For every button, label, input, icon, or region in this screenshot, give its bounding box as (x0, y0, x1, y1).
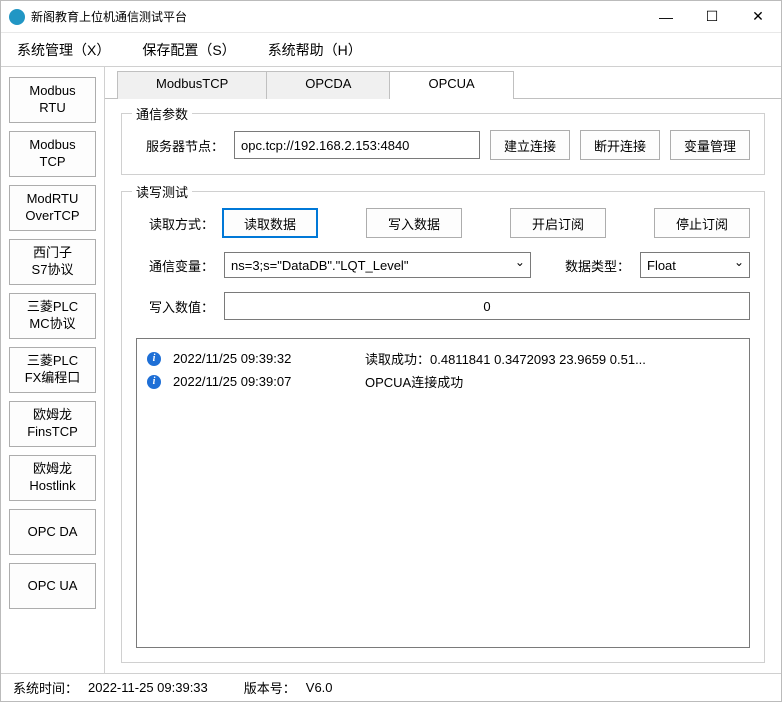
version-value: V6.0 (306, 680, 333, 695)
maximize-button[interactable]: ☐ (689, 1, 735, 33)
rw-test-title: 读写测试 (132, 182, 192, 201)
comm-params-title: 通信参数 (132, 104, 192, 123)
sidebar: Modbus RTU Modbus TCP ModRTU OverTCP 西门子… (1, 67, 105, 673)
tab-opcua[interactable]: OPCUA (389, 71, 513, 99)
connect-button[interactable]: 建立连接 (490, 130, 570, 160)
write-data-button[interactable]: 写入数据 (366, 208, 462, 238)
server-input[interactable] (234, 131, 480, 159)
version-label: 版本号： (244, 678, 296, 697)
log-message: OPCUA连接成功 (365, 372, 739, 391)
var-management-button[interactable]: 变量管理 (670, 130, 750, 160)
write-value-input[interactable] (224, 292, 750, 320)
unsubscribe-button[interactable]: 停止订阅 (654, 208, 750, 238)
server-label: 服务器节点： (136, 136, 224, 155)
menubar: 系统管理（X） 保存配置（S） 系统帮助（H） (1, 33, 781, 67)
sidebar-siemens-s7[interactable]: 西门子 S7协议 (9, 239, 96, 285)
datatype-select[interactable] (640, 252, 750, 278)
main-area: ModbusTCP OPCDA OPCUA 通信参数 服务器节点： 建立连接 断… (105, 67, 781, 673)
log-entry: i 2022/11/25 09:39:07 OPCUA连接成功 (147, 370, 739, 393)
titlebar: 新阁教育上位机通信测试平台 — ☐ ✕ (1, 1, 781, 33)
log-entry: i 2022/11/25 09:39:32 读取成功：0.4811841 0.3… (147, 347, 739, 370)
tab-content: 通信参数 服务器节点： 建立连接 断开连接 变量管理 读写测试 读取方式： (105, 99, 781, 673)
log-message: 读取成功：0.4811841 0.3472093 23.9659 0.51... (365, 349, 739, 368)
minimize-button[interactable]: — (643, 1, 689, 33)
statusbar: 系统时间： 2022-11-25 09:39:33 版本号： V6.0 (1, 673, 781, 701)
read-data-button[interactable]: 读取数据 (222, 208, 318, 238)
tab-strip: ModbusTCP OPCDA OPCUA (105, 71, 781, 99)
menu-system-help[interactable]: 系统帮助（H） (262, 36, 368, 64)
menu-system-manage[interactable]: 系统管理（X） (11, 36, 116, 64)
disconnect-button[interactable]: 断开连接 (580, 130, 660, 160)
sidebar-mitsubishi-fx[interactable]: 三菱PLC FX编程口 (9, 347, 96, 393)
comm-params-group: 通信参数 服务器节点： 建立连接 断开连接 变量管理 (121, 113, 765, 175)
systime-label: 系统时间： (13, 678, 78, 697)
sidebar-modbus-rtu[interactable]: Modbus RTU (9, 77, 96, 123)
comm-var-select[interactable] (224, 252, 531, 278)
sidebar-opc-da[interactable]: OPC DA (9, 509, 96, 555)
systime-value: 2022-11-25 09:39:33 (88, 680, 208, 695)
app-icon (9, 9, 25, 25)
comm-var-label: 通信变量： (136, 256, 214, 275)
datatype-label: 数据类型： (565, 256, 630, 275)
sidebar-omron-hostlink[interactable]: 欧姆龙 Hostlink (9, 455, 96, 501)
window-title: 新阁教育上位机通信测试平台 (31, 8, 643, 25)
menu-save-config[interactable]: 保存配置（S） (136, 36, 241, 64)
sidebar-modbus-tcp[interactable]: Modbus TCP (9, 131, 96, 177)
app-window: 新阁教育上位机通信测试平台 — ☐ ✕ 系统管理（X） 保存配置（S） 系统帮助… (0, 0, 782, 702)
body-area: Modbus RTU Modbus TCP ModRTU OverTCP 西门子… (1, 67, 781, 673)
close-button[interactable]: ✕ (735, 1, 781, 33)
read-mode-label: 读取方式： (136, 214, 214, 233)
sidebar-modrtu-overtcp[interactable]: ModRTU OverTCP (9, 185, 96, 231)
sidebar-opc-ua[interactable]: OPC UA (9, 563, 96, 609)
log-time: 2022/11/25 09:39:07 (173, 374, 353, 389)
info-icon: i (147, 352, 161, 366)
write-value-label: 写入数值： (136, 297, 214, 316)
sidebar-mitsubishi-mc[interactable]: 三菱PLC MC协议 (9, 293, 96, 339)
window-controls: — ☐ ✕ (643, 1, 781, 33)
log-area[interactable]: i 2022/11/25 09:39:32 读取成功：0.4811841 0.3… (136, 338, 750, 648)
log-time: 2022/11/25 09:39:32 (173, 351, 353, 366)
tab-modbustcp[interactable]: ModbusTCP (117, 71, 267, 99)
subscribe-button[interactable]: 开启订阅 (510, 208, 606, 238)
info-icon: i (147, 375, 161, 389)
sidebar-omron-finstcp[interactable]: 欧姆龙 FinsTCP (9, 401, 96, 447)
rw-test-group: 读写测试 读取方式： 读取数据 写入数据 开启订阅 停止订阅 通信变量： (121, 191, 765, 663)
tab-opcda[interactable]: OPCDA (266, 71, 390, 99)
